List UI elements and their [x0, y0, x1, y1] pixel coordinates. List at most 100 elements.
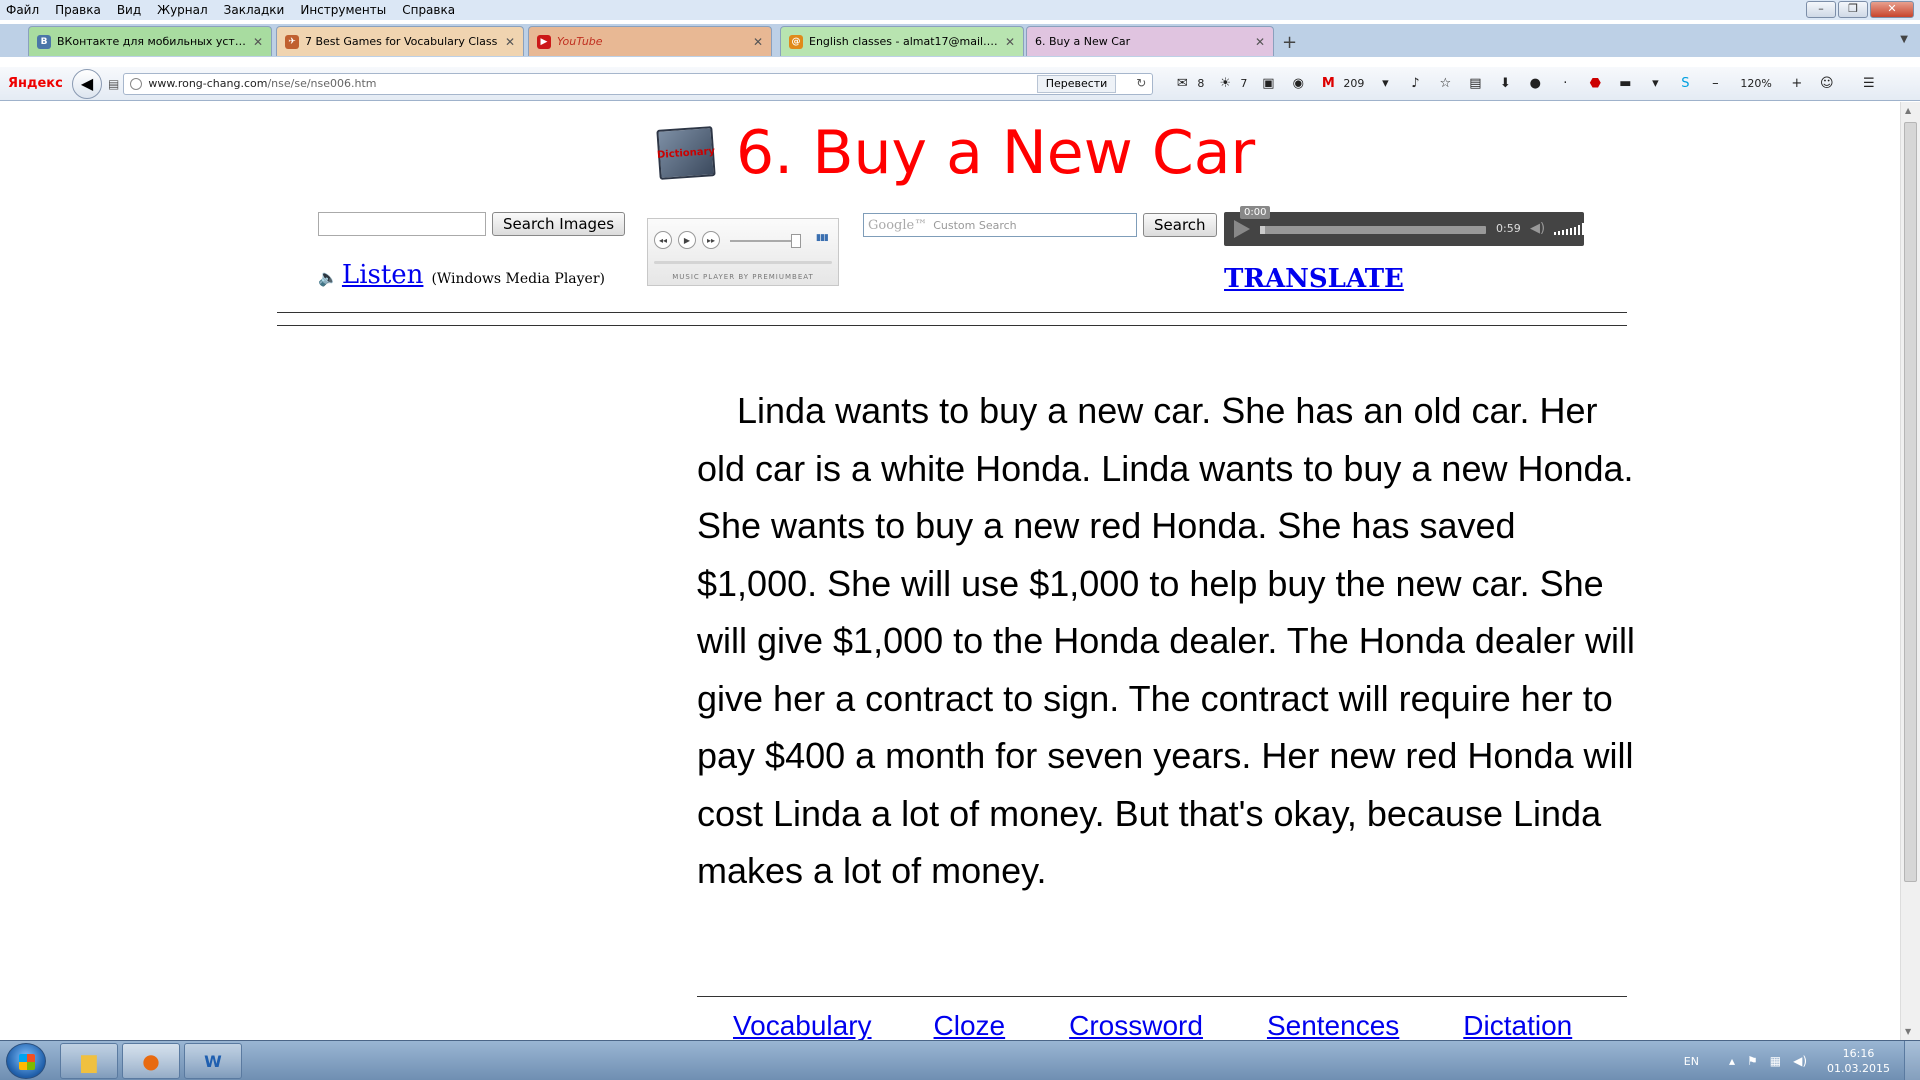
play-button[interactable]: ▶	[678, 231, 696, 249]
dictation-link[interactable]: Dictation	[1463, 1010, 1572, 1040]
chat-icon[interactable]: ☺	[1818, 75, 1836, 93]
gmail-icon[interactable]: M	[1319, 75, 1337, 93]
tab-vocabulary-games[interactable]: ✈ 7 Best Games for Vocabulary Class ✕	[276, 26, 524, 56]
menu-tools[interactable]: Инструменты	[292, 3, 394, 17]
menu-bookmarks[interactable]: Закладки	[216, 3, 293, 17]
globe-icon	[130, 77, 143, 90]
extension-icon[interactable]: ◉	[1289, 75, 1307, 93]
image-search-input[interactable]	[318, 212, 486, 236]
tab-vkontakte[interactable]: В ВКонтакте для мобильных устр... ✕	[28, 26, 272, 56]
close-window-button[interactable]: ✕	[1870, 1, 1914, 18]
vocabulary-link[interactable]: Vocabulary	[733, 1010, 872, 1040]
progress-track[interactable]	[654, 261, 832, 264]
explorer-taskbar-button[interactable]: ▆	[60, 1043, 118, 1079]
volume-bars[interactable]	[1554, 223, 1584, 235]
skype-icon[interactable]: S	[1676, 75, 1694, 93]
show-hidden-icons-icon[interactable]: ▴	[1729, 1054, 1735, 1068]
volume-track[interactable]	[730, 240, 800, 242]
tab-buy-a-new-car[interactable]: 6. Buy a New Car ✕	[1026, 26, 1274, 56]
close-tab-icon[interactable]: ✕	[1005, 35, 1015, 49]
zoom-out-icon[interactable]: –	[1706, 75, 1724, 93]
arrow-left-icon: ◀	[80, 74, 94, 93]
address-bar[interactable]: www.rong-chang.com/nse/se/nse006.htm Пер…	[123, 72, 1154, 95]
menu-view[interactable]: Вид	[109, 3, 149, 17]
firefox-taskbar-button[interactable]: ●	[122, 1043, 180, 1079]
language-indicator[interactable]: EN	[1684, 1055, 1699, 1068]
minimize-button[interactable]: –	[1806, 1, 1836, 18]
menu-help[interactable]: Справка	[394, 3, 463, 17]
sentences-link[interactable]: Sentences	[1267, 1010, 1399, 1040]
speaker-icon[interactable]: ♪	[1406, 75, 1424, 93]
flag-icon[interactable]: ⚑	[1747, 1054, 1758, 1068]
tab-english-classes[interactable]: @ English classes - almat17@mail.r... ✕	[780, 26, 1024, 56]
volume-icon[interactable]: ◀)	[1530, 221, 1545, 236]
clock[interactable]: 16:16 01.03.2015	[1827, 1046, 1890, 1076]
close-tab-icon[interactable]: ✕	[753, 35, 763, 49]
word-taskbar-button[interactable]: W	[184, 1043, 242, 1079]
close-tab-icon[interactable]: ✕	[253, 35, 263, 49]
translate-link[interactable]: TRANSLATE	[1224, 264, 1404, 294]
yandex-logo[interactable]: Яндекс	[8, 76, 64, 91]
menu-icon[interactable]: ☰	[1860, 75, 1878, 93]
translate-page-button[interactable]: Перевести	[1036, 74, 1117, 93]
extension-icon[interactable]: ▣	[1259, 75, 1277, 93]
download-icon[interactable]: ⬇	[1496, 75, 1514, 93]
forward-button[interactable]: ▸▸	[702, 231, 720, 249]
dropdown-icon[interactable]: ▾	[1646, 75, 1664, 93]
network-icon[interactable]: ▦	[1770, 1054, 1781, 1068]
scroll-thumb[interactable]	[1904, 122, 1917, 882]
restore-button[interactable]: ❐	[1838, 1, 1868, 18]
tab-list-icon[interactable]: ▼	[1900, 34, 1908, 45]
weather-icon[interactable]: ☀	[1216, 75, 1234, 93]
google-search-input[interactable]: Google™ Custom Search	[863, 213, 1137, 237]
crossword-link[interactable]: Crossword	[1069, 1010, 1203, 1040]
seek-bar[interactable]	[1260, 226, 1486, 234]
zoom-level[interactable]: 120%	[1740, 77, 1771, 90]
dictionary-icon[interactable]: Dictionary	[656, 126, 716, 180]
volume-icon[interactable]: ◀)	[1793, 1054, 1807, 1068]
scroll-down-icon[interactable]: ▼	[1905, 1027, 1911, 1036]
bookmarks-icon[interactable]: ▤	[108, 77, 119, 91]
star-icon[interactable]: ☆	[1436, 75, 1454, 93]
search-button[interactable]: Search	[1143, 213, 1217, 237]
vertical-scrollbar[interactable]: ▲ ▼	[1900, 102, 1920, 1040]
zoom-in-icon[interactable]: +	[1788, 75, 1806, 93]
new-tab-button[interactable]: +	[1282, 32, 1297, 53]
dropdown-icon[interactable]: ·	[1556, 75, 1574, 93]
start-button[interactable]	[6, 1043, 46, 1079]
flag-icon[interactable]: ▬	[1616, 75, 1634, 93]
scroll-up-icon[interactable]: ▲	[1905, 106, 1911, 115]
back-button[interactable]: ◀	[72, 68, 102, 99]
menu-edit[interactable]: Правка	[47, 3, 109, 17]
word-icon: W	[204, 1051, 222, 1071]
adblock-icon[interactable]: ⬣	[1586, 75, 1604, 93]
tab-youtube[interactable]: ▶ YouTube ✕	[528, 26, 772, 56]
rewind-button[interactable]: ◂◂	[654, 231, 672, 249]
menu-file[interactable]: Файл	[0, 3, 47, 17]
tab-label: YouTube	[557, 35, 603, 48]
google-search-form: Google™ Custom Search Search	[863, 213, 1217, 237]
close-tab-icon[interactable]: ✕	[505, 35, 515, 49]
volume-knob[interactable]	[791, 234, 801, 248]
show-desktop-button[interactable]	[1904, 1041, 1920, 1080]
menu-bar: Файл Правка Вид Журнал Закладки Инструме…	[0, 0, 1920, 20]
listen-section: 🔈 Listen (Windows Media Player)	[318, 260, 605, 290]
navigation-bar: Яндекс ◀ ▤ www.rong-chang.com/nse/se/nse…	[0, 67, 1920, 101]
cloze-link[interactable]: Cloze	[934, 1010, 1006, 1040]
close-tab-icon[interactable]: ✕	[1255, 35, 1265, 49]
reload-icon[interactable]: ↻	[1136, 76, 1146, 90]
toolbar: ✉ 8 ☀ 7 ▣ ◉ M 209 ▾ ♪ ☆ ▤ ⬇ ● · ⬣ ▬ ▾ S – 1…	[1167, 75, 1883, 93]
music-player: ◂◂ ▶ ▸▸ ▮▮▮ MUSIC PLAYER BY PREMIUMBEAT	[647, 218, 839, 286]
clock-time: 16:16	[1842, 1047, 1875, 1060]
clipboard-icon[interactable]: ▤	[1466, 75, 1484, 93]
extension-icon[interactable]: ●	[1526, 75, 1544, 93]
tab-label: English classes - almat17@mail.r...	[809, 35, 999, 48]
play-icon[interactable]	[1234, 220, 1250, 238]
youtube-icon: ▶	[537, 34, 551, 49]
menu-history[interactable]: Журнал	[149, 3, 216, 17]
mail-icon[interactable]: ✉	[1173, 75, 1191, 93]
search-images-button[interactable]: Search Images	[492, 212, 626, 236]
mail-count: 8	[1197, 77, 1205, 90]
listen-link[interactable]: Listen	[342, 260, 424, 290]
dropdown-icon[interactable]: ▾	[1376, 75, 1394, 93]
